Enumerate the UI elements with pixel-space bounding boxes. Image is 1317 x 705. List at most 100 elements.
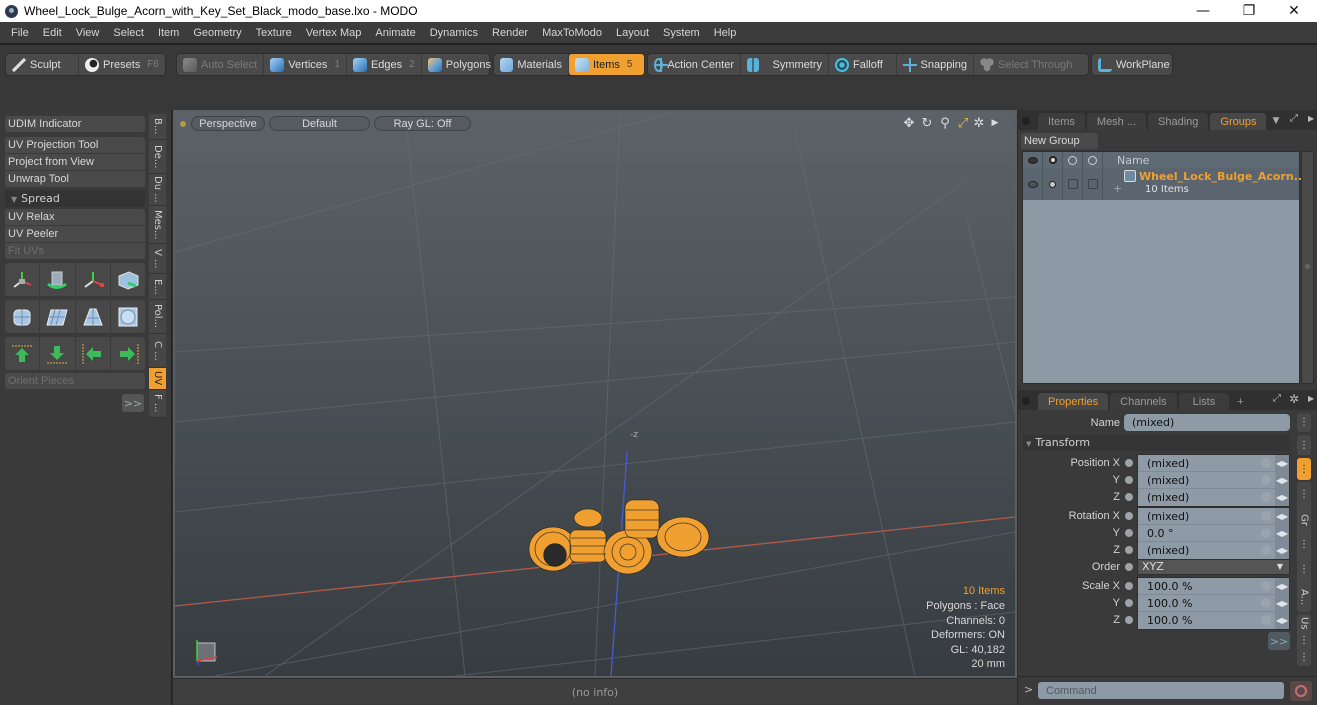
rotation-z-field[interactable]: (mixed) ◀▶ <box>1138 542 1289 559</box>
vtab-mesh-edit[interactable]: Mes... <box>149 206 166 244</box>
uv-planar-projection[interactable] <box>40 300 76 333</box>
transform-section-header[interactable]: ▼ Transform <box>1022 435 1290 451</box>
rotation-order-dropdown[interactable]: XYZ ▼ <box>1137 559 1290 575</box>
vtab-fusion[interactable]: F ... <box>149 390 166 418</box>
rotation-z-drag-arrows[interactable]: ◀▶ <box>1275 542 1289 559</box>
rotation-y-knob[interactable] <box>1261 528 1271 538</box>
name-column-header[interactable]: Name <box>1103 152 1149 168</box>
scale-y-field[interactable]: 100.0 % ◀▶ <box>1138 595 1289 612</box>
falloff-button[interactable]: Falloff <box>829 54 897 75</box>
view-mode-dropdown[interactable]: Perspective <box>191 116 265 131</box>
wheel-lock-models[interactable] <box>528 499 710 575</box>
vtab-vertex[interactable]: V ... <box>149 244 166 274</box>
side-tab-us[interactable]: Us <box>1299 617 1310 630</box>
tab-lists[interactable]: Lists <box>1178 393 1230 410</box>
menu-dynamics[interactable]: Dynamics <box>423 27 485 39</box>
scale-y-keyframe-toggle[interactable] <box>1124 598 1134 608</box>
side-strip-transform[interactable]: ⋮ <box>1297 435 1311 455</box>
minimize-button[interactable]: — <box>1180 0 1226 22</box>
position-z-field[interactable]: (mixed) ◀▶ <box>1138 489 1289 506</box>
scale-x-drag-arrows[interactable]: ◀▶ <box>1275 578 1289 595</box>
rotation-x-drag-arrows[interactable]: ◀▶ <box>1275 508 1289 525</box>
side-tab-gr[interactable]: Gr <box>1299 514 1310 526</box>
tab-items[interactable]: Items <box>1038 113 1085 130</box>
viewport-settings-gear-icon[interactable]: ✲ <box>971 115 987 131</box>
presets-button[interactable]: Presets F6 <box>79 54 165 75</box>
select-checkbox[interactable] <box>1087 179 1098 189</box>
menu-item[interactable]: Item <box>151 27 186 39</box>
uv-align-left[interactable] <box>76 337 111 370</box>
vtab-deform[interactable]: De... <box>149 140 166 174</box>
tab-shading[interactable]: Shading <box>1148 113 1209 130</box>
tab-properties[interactable]: Properties <box>1038 393 1109 410</box>
menu-file[interactable]: File <box>4 27 36 39</box>
group-lock-toggle[interactable] <box>1063 168 1083 200</box>
scale-z-field[interactable]: 100.0 % ◀▶ <box>1138 612 1289 629</box>
scale-y-knob[interactable] <box>1261 598 1271 608</box>
fit-view-icon[interactable]: ⤢ <box>955 115 971 131</box>
side-strip-groups[interactable]: ⋮ Gr ⋮ ⋮ A... <box>1297 482 1311 612</box>
rotation-x-knob[interactable] <box>1261 511 1271 521</box>
expand-plus-icon[interactable]: + <box>1113 182 1122 195</box>
properties-gear-icon[interactable]: ✲ <box>1289 392 1299 406</box>
workplane-button[interactable]: WorkPlane <box>1092 54 1176 75</box>
scale-y-drag-arrows[interactable]: ◀▶ <box>1275 595 1289 612</box>
uv-projection-tool-button[interactable]: UV Projection Tool <box>5 137 145 154</box>
uv-move-tool[interactable] <box>5 263 41 296</box>
edges-button[interactable]: Edges 2 <box>347 54 422 75</box>
vtab-polygon[interactable]: Pol... <box>149 300 166 334</box>
command-input[interactable] <box>1038 682 1284 699</box>
uv-cylinder-projection[interactable] <box>5 300 41 333</box>
tabs-dropdown-icon[interactable]: ▼ <box>1272 116 1279 126</box>
vtab-curve[interactable]: C ... <box>149 334 166 368</box>
position-y-knob[interactable] <box>1261 475 1271 485</box>
menu-select[interactable]: Select <box>106 27 151 39</box>
uv-align-right[interactable] <box>111 337 145 370</box>
select-column-header[interactable] <box>1083 152 1103 168</box>
name-field[interactable]: (mixed) <box>1124 414 1290 431</box>
uv-transform-tool[interactable] <box>111 263 145 296</box>
rotation-y-drag-arrows[interactable]: ◀▶ <box>1275 525 1289 542</box>
scale-z-drag-arrows[interactable]: ◀▶ <box>1275 612 1289 629</box>
properties-more-button[interactable]: >> <box>1268 632 1290 650</box>
group-name-cell[interactable]: + Wheel_Lock_Bulge_Acorn... 10 Items <box>1103 168 1306 200</box>
order-keyframe-toggle[interactable] <box>1124 562 1134 572</box>
scale-x-field[interactable]: 100.0 % ◀▶ <box>1138 578 1289 595</box>
pan-view-icon[interactable]: ✥ <box>901 115 917 131</box>
position-y-drag-arrows[interactable]: ◀▶ <box>1275 472 1289 489</box>
command-history-button[interactable] <box>1290 681 1312 701</box>
zoom-view-icon[interactable]: ⚲ <box>937 115 953 131</box>
action-center-button[interactable]: Action Center <box>648 54 741 75</box>
orient-pieces-button[interactable]: Orient Pieces <box>5 373 145 390</box>
groups-expand-icon[interactable]: ⤢ <box>1290 113 1298 124</box>
properties-expand-icon[interactable]: ⤢ <box>1273 393 1281 404</box>
scale-z-keyframe-toggle[interactable] <box>1124 615 1134 625</box>
scale-x-keyframe-toggle[interactable] <box>1124 581 1134 591</box>
uv-align-bottom[interactable] <box>40 337 76 370</box>
scale-z-knob[interactable] <box>1261 615 1271 625</box>
vtab-uv[interactable]: UV <box>149 368 166 390</box>
left-panel-more-button[interactable]: >> <box>122 394 144 412</box>
position-x-keyframe-toggle[interactable] <box>1124 458 1134 468</box>
position-x-field[interactable]: (mixed) ◀▶ <box>1138 455 1289 472</box>
polygons-button[interactable]: Polygons <box>422 54 497 75</box>
position-x-knob[interactable] <box>1261 458 1271 468</box>
3d-viewport[interactable]: -z Perspective Default Ray GL: Off ✥ ↻ ⚲… <box>173 110 1017 678</box>
panel-menu-dot-icon[interactable] <box>1022 397 1030 405</box>
side-strip-name[interactable]: ⋮ <box>1297 413 1311 432</box>
shading-style-dropdown[interactable]: Default <box>269 116 370 131</box>
menu-render[interactable]: Render <box>485 27 535 39</box>
lock-checkbox[interactable] <box>1067 179 1078 189</box>
group-select-toggle[interactable] <box>1083 168 1103 200</box>
menu-geometry[interactable]: Geometry <box>186 27 248 39</box>
group-visibility-toggle[interactable] <box>1023 168 1043 200</box>
side-strip-position[interactable]: ⋮ <box>1297 458 1311 480</box>
tab-groups[interactable]: Groups <box>1210 113 1267 130</box>
lock-column-header[interactable] <box>1063 152 1083 168</box>
uv-sphere-projection[interactable] <box>111 300 145 333</box>
rotation-y-keyframe-toggle[interactable] <box>1124 528 1134 538</box>
viewport-menu-arrow-icon[interactable]: ▶ <box>987 115 1003 131</box>
sculpt-button[interactable]: Sculpt <box>6 54 80 75</box>
menu-texture[interactable]: Texture <box>249 27 299 39</box>
visibility-column-header[interactable] <box>1023 152 1043 168</box>
